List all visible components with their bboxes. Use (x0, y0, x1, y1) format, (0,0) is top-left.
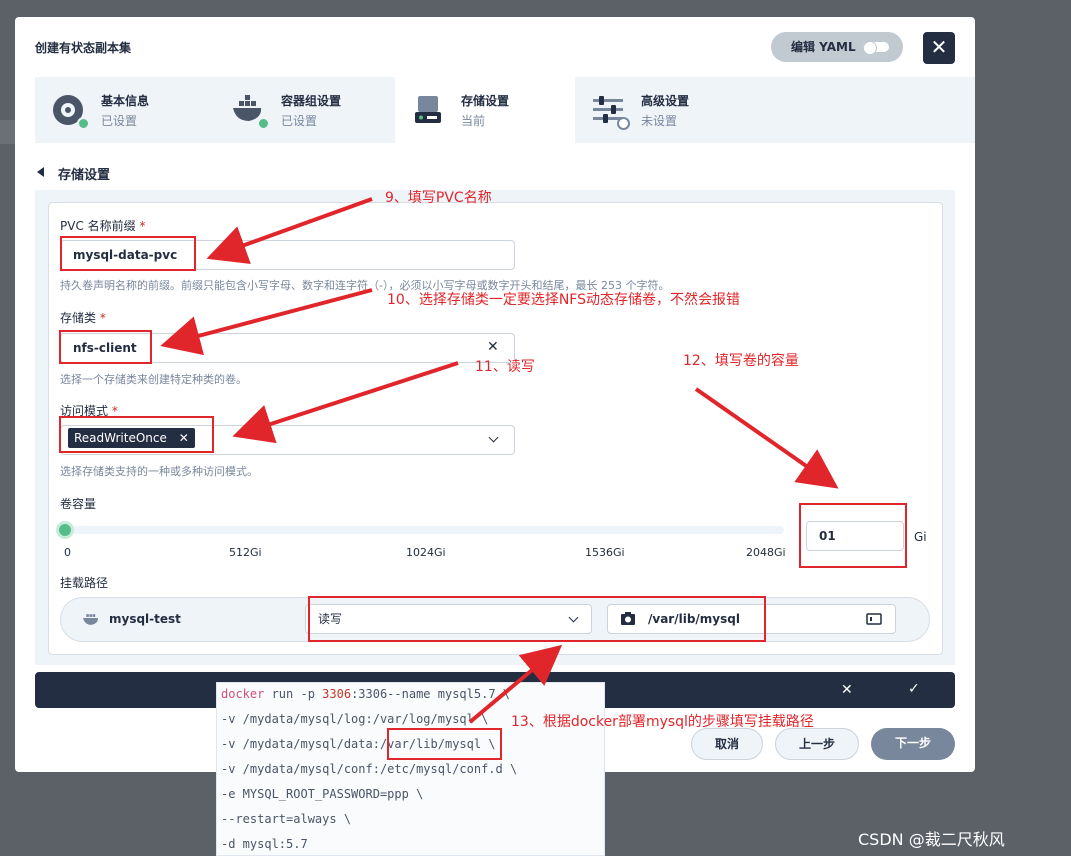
annotation-11: 11、读写 (475, 359, 535, 375)
annotation-10: 10、选择存储类一定要选择NFS动态存储卷，不然会报错 (387, 292, 740, 308)
arrow-10 (160, 288, 373, 356)
annotation-9: 9、填写PVC名称 (385, 190, 492, 206)
annotation-13: 13、根据docker部署mysql的步骤填写挂载路径 (511, 714, 814, 730)
annotation-12: 12、填写卷的容量 (683, 353, 799, 369)
arrow-11 (232, 361, 459, 444)
watermark: CSDN @裁二尺秋风 (858, 830, 1005, 849)
arrow-12 (694, 387, 839, 489)
arrow-9 (206, 197, 373, 264)
